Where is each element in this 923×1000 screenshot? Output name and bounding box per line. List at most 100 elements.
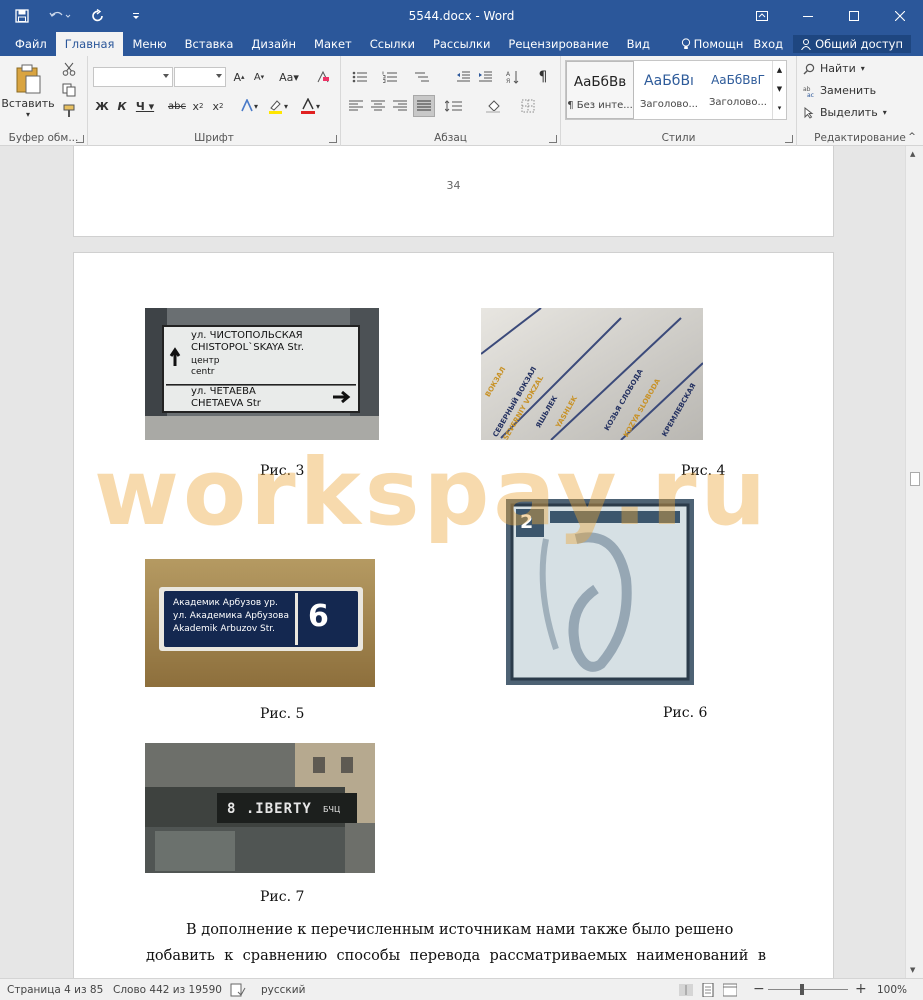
font-color-icon[interactable]: ▾: [296, 96, 324, 116]
scroll-thumb[interactable]: [910, 472, 920, 486]
strikethrough-icon[interactable]: abc: [166, 96, 188, 116]
paste-button[interactable]: Вставить ▾: [1, 60, 55, 122]
style-no-spacing[interactable]: АаБбВв ¶ Без инте...: [566, 61, 634, 119]
bullets-icon[interactable]: [347, 68, 373, 86]
scroll-up-icon[interactable]: ▲: [910, 150, 915, 158]
web-layout-icon[interactable]: [722, 983, 738, 997]
undo-icon[interactable]: [48, 4, 72, 28]
sign-in-link[interactable]: Вход: [753, 37, 783, 51]
paragraph-dialog-launcher[interactable]: [549, 135, 557, 143]
italic-icon[interactable]: К: [114, 96, 130, 116]
shading-icon[interactable]: [481, 97, 507, 115]
format-painter-icon[interactable]: [60, 102, 78, 120]
street-sign-photo: [145, 308, 379, 440]
tab-mailings[interactable]: Рассылки: [424, 32, 499, 56]
shrink-font-icon[interactable]: A ▾: [250, 68, 268, 86]
numbering-icon[interactable]: [377, 68, 403, 86]
tab-view[interactable]: Вид: [618, 32, 659, 56]
close-icon[interactable]: [877, 0, 923, 32]
figure-3-image[interactable]: ул. ЧИСТОПОЛЬСКАЯ CHISTOPOL`SKAYA Str. ц…: [145, 308, 379, 440]
sort-icon[interactable]: АЯ: [504, 68, 522, 86]
tab-references[interactable]: Ссылки: [361, 32, 424, 56]
zoom-slider-track[interactable]: [768, 989, 848, 990]
styles-dialog-launcher[interactable]: [785, 135, 793, 143]
select-button[interactable]: Выделить ▾: [803, 106, 887, 119]
borders-icon[interactable]: [515, 97, 541, 115]
multilevel-list-icon[interactable]: [409, 68, 435, 86]
maximize-icon[interactable]: [831, 0, 877, 32]
figure-6-image[interactable]: 2: [506, 499, 694, 685]
customize-qat-icon[interactable]: [124, 4, 148, 28]
figure-7-image[interactable]: 8 .IBERTY БЧЦ: [145, 743, 375, 873]
subscript-icon[interactable]: x2: [190, 96, 206, 116]
clipboard-dialog-launcher[interactable]: [76, 135, 84, 143]
find-button[interactable]: Найти ▾: [803, 62, 865, 75]
figure-5-caption: Рис. 5: [260, 706, 305, 722]
tab-design[interactable]: Дизайн: [242, 32, 305, 56]
cut-icon[interactable]: [60, 60, 78, 78]
line-spacing-icon[interactable]: [441, 97, 467, 115]
copy-icon[interactable]: [60, 81, 78, 99]
save-icon[interactable]: [10, 4, 34, 28]
bold-icon[interactable]: Ж: [94, 96, 110, 116]
plate-line-2: ул. Академика Арбузова: [173, 611, 289, 621]
replace-button[interactable]: ab ac Заменить: [803, 84, 876, 97]
style-preview: АаБбВв: [573, 74, 627, 90]
align-left-icon[interactable]: [347, 97, 365, 115]
justify-icon[interactable]: [413, 95, 435, 117]
page-count[interactable]: Страница 4 из 85: [7, 979, 103, 1000]
read-mode-icon[interactable]: [679, 983, 693, 997]
word-count[interactable]: Слово 442 из 19590: [113, 979, 222, 1000]
proofing-icon[interactable]: [230, 983, 246, 997]
text-effects-icon[interactable]: ▾: [238, 96, 260, 116]
style-heading-1[interactable]: АаБбВı Заголово...: [635, 61, 703, 119]
figure-5-image[interactable]: Академик Арбузов ур. ул. Академика Арбуз…: [145, 559, 375, 687]
figure-4-image[interactable]: ВОКЗАЛ СЕВЕРНЫЙ ВОКЗАЛ SEVERNIY VOKZAL Я…: [481, 308, 703, 440]
vertical-scrollbar[interactable]: ▲ ▼: [905, 146, 923, 978]
tab-menu[interactable]: Меню: [123, 32, 175, 56]
zoom-slider-thumb[interactable]: [800, 984, 804, 995]
tab-file[interactable]: Файл: [6, 32, 56, 56]
underline-icon[interactable]: Ч ▾: [134, 96, 156, 116]
tab-insert[interactable]: Вставка: [176, 32, 243, 56]
scroll-down-icon[interactable]: ▼: [910, 966, 915, 974]
show-formatting-marks-icon[interactable]: ¶: [534, 68, 552, 86]
gallery-up-icon[interactable]: ▲: [773, 61, 786, 80]
grow-font-icon[interactable]: A ▴: [230, 68, 248, 86]
language[interactable]: русский: [261, 979, 305, 1000]
gallery-down-icon[interactable]: ▼: [773, 80, 786, 99]
figure-4-caption: Рис. 4: [681, 463, 726, 479]
tab-layout[interactable]: Макет: [305, 32, 361, 56]
redo-icon[interactable]: [86, 4, 110, 28]
quick-access-toolbar: [10, 0, 148, 32]
tell-me-button[interactable]: Помощн: [681, 37, 743, 51]
clear-formatting-icon[interactable]: [314, 68, 332, 86]
superscript-icon[interactable]: x2: [210, 96, 226, 116]
decrease-indent-icon[interactable]: [453, 68, 473, 86]
collapse-ribbon-icon[interactable]: ^: [905, 130, 919, 144]
font-dialog-launcher[interactable]: [329, 135, 337, 143]
zoom-out-icon[interactable]: −: [753, 978, 765, 1000]
tab-review[interactable]: Рецензирование: [499, 32, 617, 56]
minimize-icon[interactable]: [785, 0, 831, 32]
ribbon-display-options-icon[interactable]: [739, 0, 785, 32]
paragraph-text[interactable]: В дополнение к перечисленным источникам …: [146, 917, 766, 969]
styles-gallery-scroll[interactable]: ▲ ▼ ▾: [772, 61, 786, 119]
document-area[interactable]: 34 ул. ЧИСТОПОЛЬСКАЯ CHISTOPOL`SKAYA Str…: [0, 146, 905, 978]
tab-home[interactable]: Главная: [55, 32, 124, 56]
print-layout-icon[interactable]: [701, 982, 715, 998]
align-center-icon[interactable]: [369, 97, 387, 115]
zoom-level[interactable]: 100%: [877, 979, 907, 1000]
font-name-combo[interactable]: [93, 67, 173, 87]
gallery-more-icon[interactable]: ▾: [773, 99, 786, 118]
zoom-in-icon[interactable]: +: [855, 978, 867, 1000]
font-size-combo[interactable]: [174, 67, 226, 87]
align-right-icon[interactable]: [391, 97, 409, 115]
highlight-color-icon[interactable]: ▾: [264, 96, 292, 116]
increase-indent-icon[interactable]: [475, 68, 495, 86]
style-heading-2[interactable]: АаБбВвГ Заголово...: [704, 61, 772, 119]
body-line-1: В дополнение к перечисленным источникам …: [186, 922, 734, 938]
share-button[interactable]: Общий доступ: [793, 35, 911, 53]
plate-number: 6: [308, 599, 329, 634]
change-case-icon[interactable]: Aa▾: [276, 68, 302, 86]
